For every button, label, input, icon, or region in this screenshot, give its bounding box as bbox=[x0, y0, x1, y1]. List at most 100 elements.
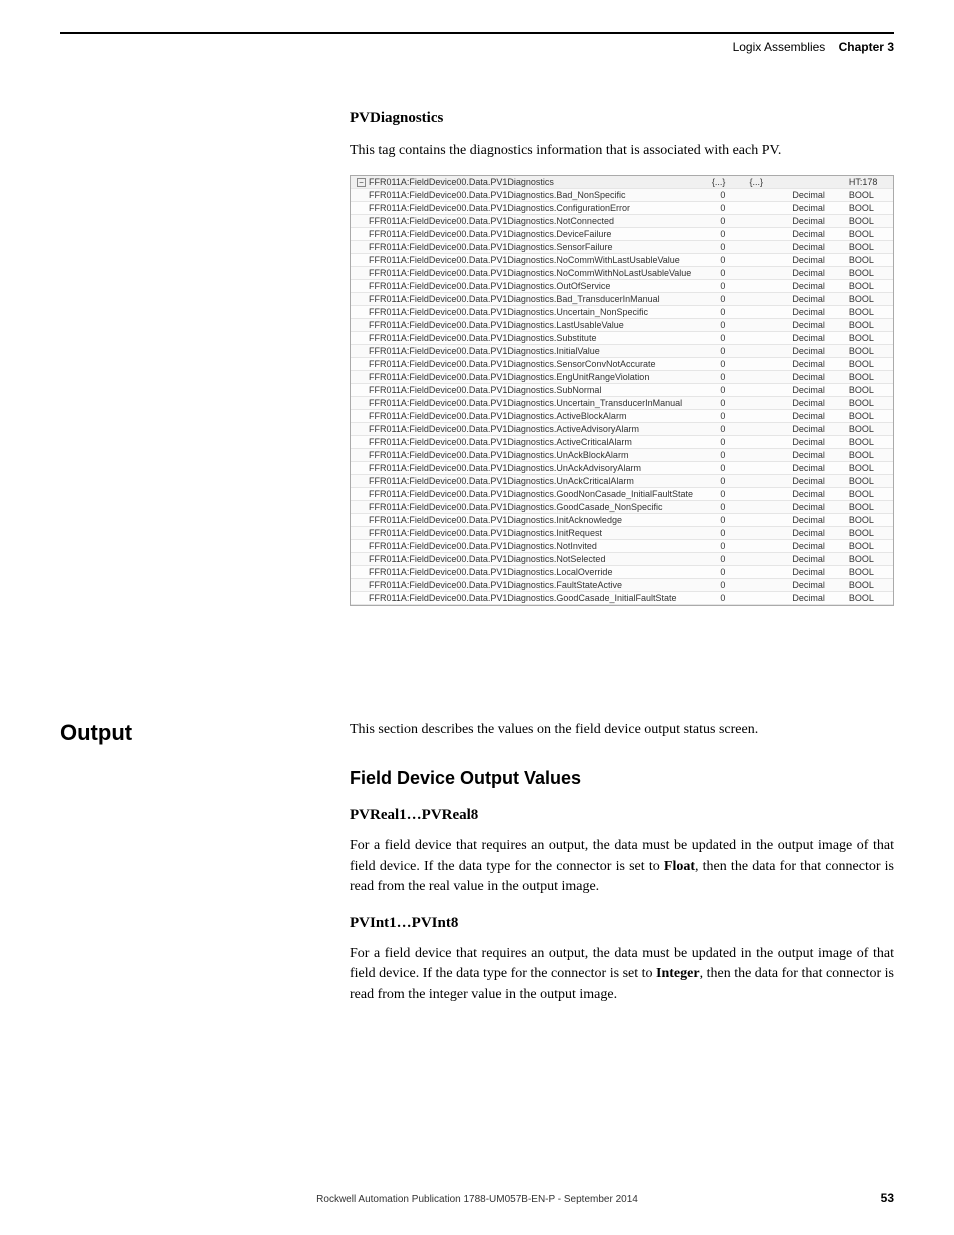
cell-val1: 0 bbox=[697, 488, 745, 501]
table-row: FFR011A:FieldDevice00.Data.PV1Diagnostic… bbox=[351, 540, 893, 553]
table-row: FFR011A:FieldDevice00.Data.PV1Diagnostic… bbox=[351, 254, 893, 267]
cell-val2 bbox=[745, 592, 788, 605]
table-row: FFR011A:FieldDevice00.Data.PV1Diagnostic… bbox=[351, 384, 893, 397]
table-row: FFR011A:FieldDevice00.Data.PV1Diagnostic… bbox=[351, 514, 893, 527]
cell-val2 bbox=[745, 241, 788, 254]
cell-type: BOOL bbox=[845, 540, 893, 553]
cell-style: Decimal bbox=[788, 410, 845, 423]
cell-style: Decimal bbox=[788, 592, 845, 605]
cell-val2 bbox=[745, 202, 788, 215]
cell-val2 bbox=[745, 384, 788, 397]
cell-val2 bbox=[745, 306, 788, 319]
cell-style: Decimal bbox=[788, 423, 845, 436]
cell-type: BOOL bbox=[845, 293, 893, 306]
cell-val2 bbox=[745, 358, 788, 371]
header-chapter: Chapter 3 bbox=[839, 40, 894, 54]
cell-name: FFR011A:FieldDevice00.Data.PV1Diagnostic… bbox=[351, 280, 697, 293]
cell-val1: 0 bbox=[697, 579, 745, 592]
cell-val1: 0 bbox=[697, 306, 745, 319]
cell-type: BOOL bbox=[845, 358, 893, 371]
table-row: FFR011A:FieldDevice00.Data.PV1Diagnostic… bbox=[351, 228, 893, 241]
cell-val2 bbox=[745, 267, 788, 280]
cell-val2 bbox=[745, 189, 788, 202]
cell-style: Decimal bbox=[788, 436, 845, 449]
cell-val2 bbox=[745, 371, 788, 384]
cell-val1: 0 bbox=[697, 215, 745, 228]
cell-style: Decimal bbox=[788, 397, 845, 410]
table-row: FFR011A:FieldDevice00.Data.PV1Diagnostic… bbox=[351, 397, 893, 410]
cell-val1: 0 bbox=[697, 384, 745, 397]
cell-name: FFR011A:FieldDevice00.Data.PV1Diagnostic… bbox=[351, 488, 697, 501]
cell-val1: 0 bbox=[697, 592, 745, 605]
cell-val1: 0 bbox=[697, 423, 745, 436]
cell-name: FFR011A:FieldDevice00.Data.PV1Diagnostic… bbox=[351, 462, 697, 475]
table-row: FFR011A:FieldDevice00.Data.PV1Diagnostic… bbox=[351, 553, 893, 566]
cell-type: BOOL bbox=[845, 462, 893, 475]
cell-val2 bbox=[745, 293, 788, 306]
cell-type: BOOL bbox=[845, 202, 893, 215]
cell-val2 bbox=[745, 345, 788, 358]
cell-val1: 0 bbox=[697, 345, 745, 358]
cell-type: BOOL bbox=[845, 488, 893, 501]
cell-val1: 0 bbox=[697, 449, 745, 462]
cell-val2 bbox=[745, 449, 788, 462]
cell-style: Decimal bbox=[788, 553, 845, 566]
cell-val1: {...} bbox=[697, 176, 745, 189]
cell-name: FFR011A:FieldDevice00.Data.PV1Diagnostic… bbox=[351, 449, 697, 462]
cell-val2 bbox=[745, 410, 788, 423]
cell-name: FFR011A:FieldDevice00.Data.PV1Diagnostic… bbox=[351, 475, 697, 488]
running-header: Logix Assemblies Chapter 3 bbox=[733, 40, 894, 54]
cell-type: HT:178 bbox=[845, 176, 893, 189]
cell-style: Decimal bbox=[788, 202, 845, 215]
cell-val1: 0 bbox=[697, 462, 745, 475]
cell-name: FFR011A:FieldDevice00.Data.PV1Diagnostic… bbox=[351, 254, 697, 267]
cell-style: Decimal bbox=[788, 579, 845, 592]
cell-type: BOOL bbox=[845, 436, 893, 449]
page-number: 53 bbox=[881, 1191, 894, 1205]
cell-name: FFR011A:FieldDevice00.Data.PV1Diagnostic… bbox=[351, 514, 697, 527]
cell-type: BOOL bbox=[845, 319, 893, 332]
cell-name: FFR011A:FieldDevice00.Data.PV1Diagnostic… bbox=[351, 501, 697, 514]
pvdiag-table: − FFR011A:FieldDevice00.Data.PV1Diagnosti… bbox=[350, 175, 894, 606]
cell-val2 bbox=[745, 475, 788, 488]
cell-type: BOOL bbox=[845, 332, 893, 345]
table-row-parent: −FFR011A:FieldDevice00.Data.PV1Diagnosti… bbox=[351, 176, 893, 189]
pvreal-title: PVReal1…PVReal8 bbox=[350, 807, 894, 824]
pvreal-paragraph: For a field device that requires an outp… bbox=[350, 836, 894, 897]
cell-name: FFR011A:FieldDevice00.Data.PV1Diagnostic… bbox=[351, 579, 697, 592]
cell-val1: 0 bbox=[697, 319, 745, 332]
cell-val1: 0 bbox=[697, 332, 745, 345]
cell-name: FFR011A:FieldDevice00.Data.PV1Diagnostic… bbox=[351, 202, 697, 215]
output-section-title: Output bbox=[60, 720, 132, 746]
header-rule bbox=[60, 32, 894, 34]
cell-name: FFR011A:FieldDevice00.Data.PV1Diagnostic… bbox=[351, 540, 697, 553]
cell-val1: 0 bbox=[697, 410, 745, 423]
cell-style: Decimal bbox=[788, 189, 845, 202]
cell-type: BOOL bbox=[845, 371, 893, 384]
cell-name: FFR011A:FieldDevice00.Data.PV1Diagnostic… bbox=[351, 410, 697, 423]
cell-val1: 0 bbox=[697, 501, 745, 514]
cell-name: FFR011A:FieldDevice00.Data.PV1Diagnostic… bbox=[351, 423, 697, 436]
cell-type: BOOL bbox=[845, 189, 893, 202]
table-row: FFR011A:FieldDevice00.Data.PV1Diagnostic… bbox=[351, 293, 893, 306]
cell-type: BOOL bbox=[845, 501, 893, 514]
cell-style: Decimal bbox=[788, 228, 845, 241]
cell-val2 bbox=[745, 319, 788, 332]
cell-type: BOOL bbox=[845, 566, 893, 579]
cell-style: Decimal bbox=[788, 371, 845, 384]
cell-style: Decimal bbox=[788, 540, 845, 553]
pvint-paragraph: For a field device that requires an outp… bbox=[350, 944, 894, 1005]
cell-val1: 0 bbox=[697, 397, 745, 410]
cell-type: BOOL bbox=[845, 592, 893, 605]
cell-type: BOOL bbox=[845, 267, 893, 280]
output-h2: Field Device Output Values bbox=[350, 768, 894, 789]
cell-name: −FFR011A:FieldDevice00.Data.PV1Diagnosti… bbox=[351, 176, 697, 189]
table-row: FFR011A:FieldDevice00.Data.PV1Diagnostic… bbox=[351, 319, 893, 332]
cell-name: FFR011A:FieldDevice00.Data.PV1Diagnostic… bbox=[351, 397, 697, 410]
tree-collapse-icon[interactable]: − bbox=[357, 178, 366, 187]
cell-name: FFR011A:FieldDevice00.Data.PV1Diagnostic… bbox=[351, 592, 697, 605]
cell-style: Decimal bbox=[788, 293, 845, 306]
cell-val2: {...} bbox=[745, 176, 788, 189]
cell-val2 bbox=[745, 488, 788, 501]
cell-val1: 0 bbox=[697, 514, 745, 527]
